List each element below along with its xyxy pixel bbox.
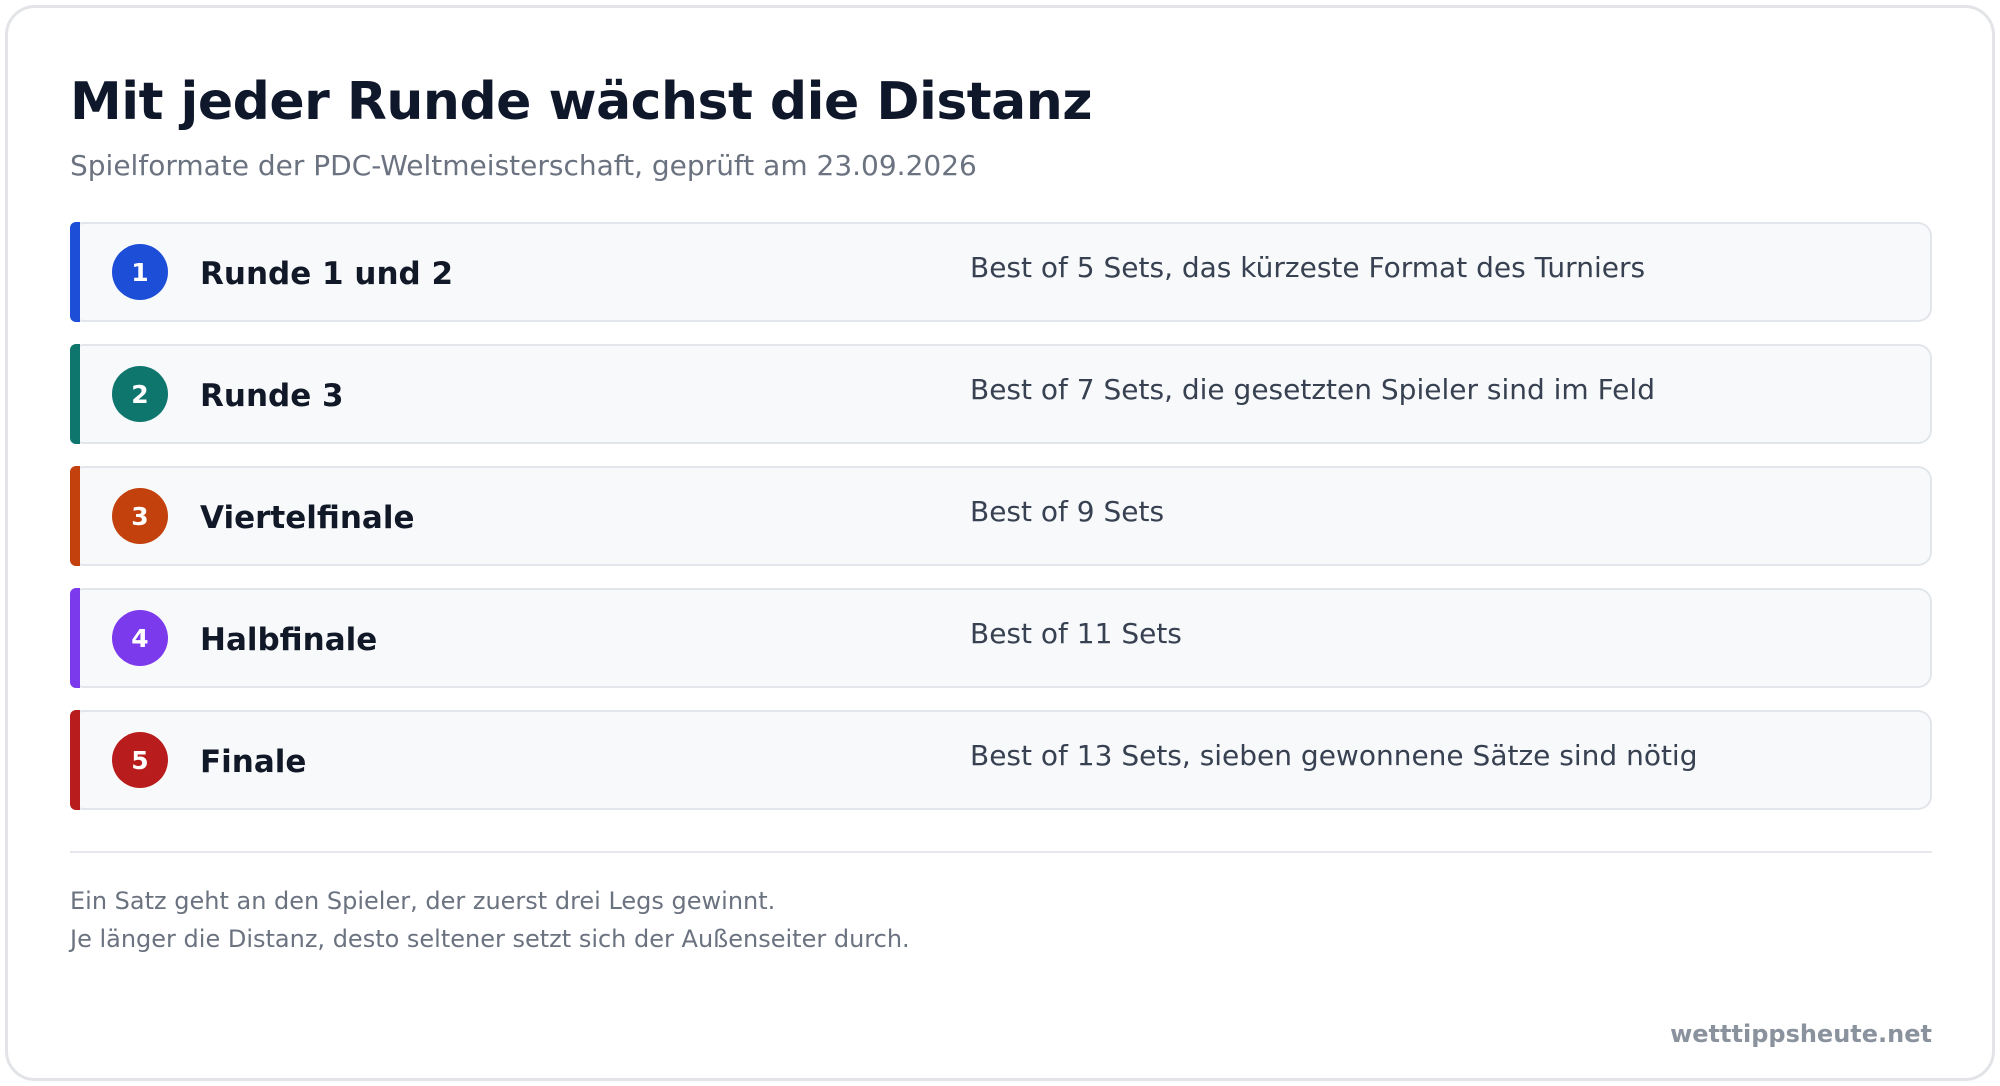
round-number-badge: 5 bbox=[112, 732, 168, 788]
round-format: Best of 11 Sets bbox=[970, 617, 1182, 650]
round-accent-bar bbox=[70, 344, 80, 444]
round-format: Best of 13 Sets, sieben gewonnene Sätze … bbox=[970, 739, 1698, 772]
round-number-badge: 3 bbox=[112, 488, 168, 544]
round-row: 4 Halbfinale Best of 11 Sets bbox=[70, 588, 1932, 688]
round-row: 5 Finale Best of 13 Sets, sieben gewonne… bbox=[70, 710, 1932, 810]
footnote-line: Je länger die Distanz, desto seltener se… bbox=[70, 925, 910, 953]
page-title: Mit jeder Runde wächst die Distanz bbox=[70, 72, 1093, 132]
round-name: Runde 1 und 2 bbox=[200, 256, 454, 292]
round-row: 2 Runde 3 Best of 7 Sets, die gesetzten … bbox=[70, 344, 1932, 444]
round-format: Best of 7 Sets, die gesetzten Spieler si… bbox=[970, 373, 1655, 406]
round-format: Best of 5 Sets, das kürzeste Format des … bbox=[970, 251, 1646, 284]
round-accent-bar bbox=[70, 466, 80, 566]
brand-label: wetttippsheute.net bbox=[1670, 1020, 1932, 1048]
round-number-badge: 4 bbox=[112, 610, 168, 666]
round-number-badge: 2 bbox=[112, 366, 168, 422]
page-subtitle: Spielformate der PDC-Weltmeisterschaft, … bbox=[70, 149, 977, 182]
round-accent-bar bbox=[70, 588, 80, 688]
round-name: Runde 3 bbox=[200, 378, 344, 414]
round-row: 3 Viertelfinale Best of 9 Sets bbox=[70, 466, 1932, 566]
footnote-line: Ein Satz geht an den Spieler, der zuerst… bbox=[70, 887, 776, 915]
round-name: Viertelfinale bbox=[200, 500, 415, 536]
round-accent-bar bbox=[70, 710, 80, 810]
footnotes: Ein Satz geht an den Spieler, der zuerst… bbox=[70, 882, 910, 958]
round-name: Halbfinale bbox=[200, 622, 378, 658]
round-row: 1 Runde 1 und 2 Best of 5 Sets, das kürz… bbox=[70, 222, 1932, 322]
round-list: 1 Runde 1 und 2 Best of 5 Sets, das kürz… bbox=[70, 222, 1932, 832]
round-number-badge: 1 bbox=[112, 244, 168, 300]
round-format: Best of 9 Sets bbox=[970, 495, 1165, 528]
divider bbox=[70, 851, 1932, 853]
round-accent-bar bbox=[70, 222, 80, 322]
round-name: Finale bbox=[200, 744, 307, 780]
